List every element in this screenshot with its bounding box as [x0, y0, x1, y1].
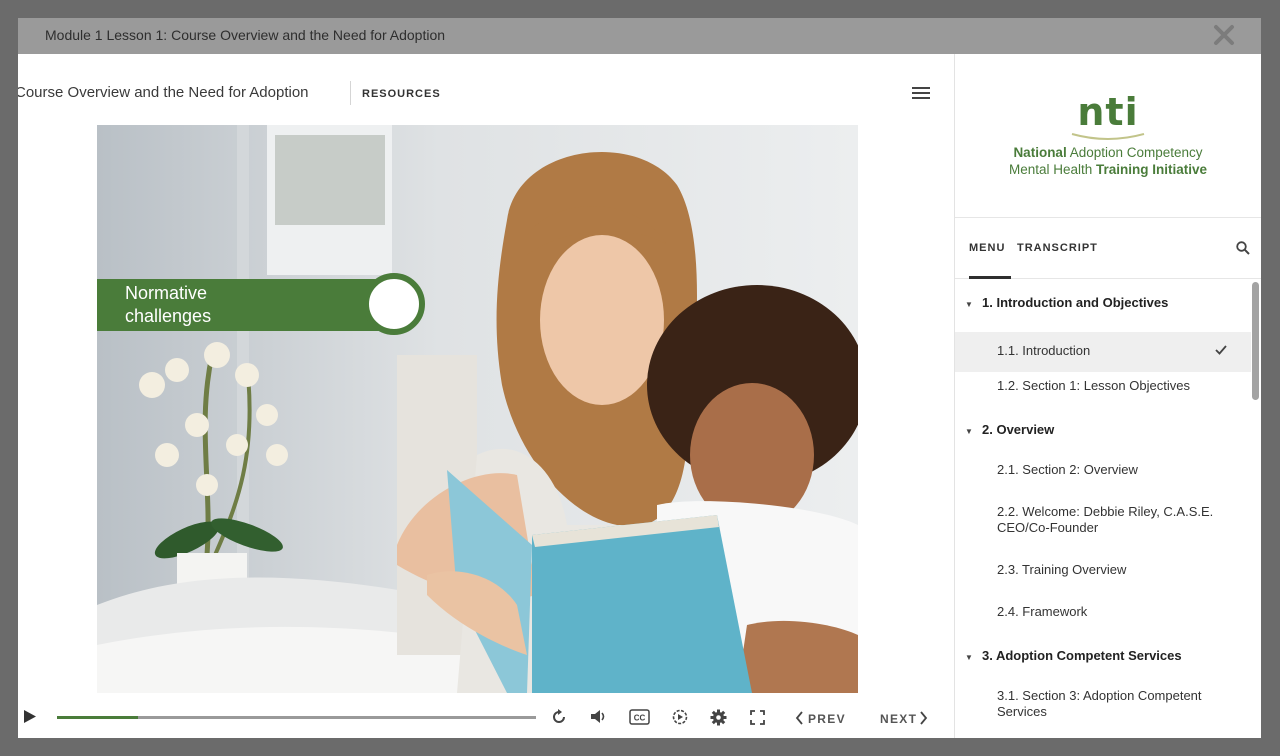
menu-item-label: 2.2. Welcome: Debbie Riley, C.A.S.E. CEO… [997, 504, 1214, 535]
volume-icon[interactable] [590, 709, 608, 724]
slide-area: Normative challenges [97, 125, 858, 693]
search-icon[interactable] [1236, 241, 1250, 255]
replay-icon[interactable] [551, 709, 567, 725]
menu-item-label: 3. Adoption Competent Services [982, 648, 1182, 663]
lesson-window: Module 1 Lesson 1: Course Overview and t… [18, 18, 1261, 738]
checkmark-icon [1215, 345, 1227, 355]
slide-banner: Normative challenges [97, 279, 397, 331]
chevron-right-icon [920, 711, 928, 725]
tab-menu[interactable]: MENU [969, 242, 1005, 254]
logo-line-2-rest: Mental Health [1008, 162, 1093, 177]
menu-section[interactable]: ▼ 3. Adoption Competent Services [955, 648, 1251, 674]
playback-controls: CC PREV NEXT [18, 702, 954, 732]
banner-text: Normative challenges [125, 283, 212, 326]
banner-circle-marker [363, 273, 425, 335]
prev-button[interactable]: PREV [794, 702, 866, 732]
closed-captions-icon[interactable]: CC [629, 709, 650, 725]
logo-swoosh [1071, 133, 1145, 140]
fullscreen-icon[interactable] [750, 710, 765, 725]
menu-item-label: 2.1. Section 2: Overview [997, 462, 1138, 477]
menu-item[interactable]: 2.2. Welcome: Debbie Riley, C.A.S.E. CEO… [955, 504, 1251, 540]
player-panel: Course Overview and the Need for Adoptio… [18, 54, 954, 738]
caret-down-icon: ▼ [965, 300, 973, 309]
resources-button[interactable]: RESOURCES [362, 88, 441, 100]
logo-line-1: National Adoption Competency [985, 145, 1231, 160]
topbar-divider [350, 81, 351, 105]
playback-speed-icon[interactable] [672, 709, 688, 725]
menu-item[interactable]: 1.1. Introduction [955, 332, 1251, 372]
active-tab-indicator [969, 276, 1011, 279]
menu-item-label: 2. Overview [982, 422, 1055, 437]
caret-down-icon: ▼ [965, 427, 973, 436]
menu-item[interactable]: 2.3. Training Overview [955, 562, 1251, 592]
menu-item[interactable]: 1.2. Section 1: Lesson Objectives [955, 378, 1251, 408]
lesson-title: Course Overview and the Need for Adoptio… [18, 84, 309, 101]
next-label: NEXT [880, 712, 918, 726]
progress-fill [57, 716, 139, 719]
menu-item-label: 1. Introduction and Objectives [982, 295, 1169, 310]
slide-photo [97, 125, 858, 693]
prev-label: PREV [808, 712, 846, 726]
close-icon[interactable] [1213, 24, 1235, 46]
logo-line-1-bold: National [1013, 145, 1067, 160]
hamburger-menu-icon[interactable] [912, 87, 930, 99]
chevron-left-icon [795, 711, 803, 725]
menu-item[interactable]: 2.1. Section 2: Overview [955, 462, 1251, 492]
menu-item[interactable]: 3.1. Section 3: Adoption Competent Servi… [955, 688, 1251, 724]
logo-brand: nti [1077, 90, 1139, 134]
svg-text:CC: CC [634, 714, 646, 723]
menu-item[interactable]: 2.4. Framework [955, 604, 1251, 634]
settings-gear-icon[interactable] [710, 709, 727, 726]
progress-bar[interactable] [57, 716, 536, 719]
menu-item-label: 2.4. Framework [997, 604, 1088, 619]
lesson-menu: ▼ 1. Introduction and Objectives 1.1. Intr… [955, 280, 1251, 738]
menu-item-label: 3.1. Section 3: Adoption Competent Servi… [997, 688, 1202, 719]
next-button[interactable]: NEXT [880, 702, 940, 732]
menu-item-label: 1.2. Section 1: Lesson Objectives [997, 378, 1190, 393]
logo-line-2-bold: Training Initiative [1096, 162, 1208, 177]
nti-logo: nti National Adoption Competency Mental … [985, 56, 1231, 214]
menu-section[interactable]: ▼ 1. Introduction and Objectives [955, 295, 1251, 321]
sidebar-tabs: MENU TRANSCRIPT [955, 217, 1261, 279]
window-title: Module 1 Lesson 1: Course Overview and t… [45, 27, 446, 43]
sidebar: nti National Adoption Competency Mental … [954, 54, 1261, 738]
tab-transcript[interactable]: TRANSCRIPT [1017, 242, 1098, 254]
menu-item-label: 1.1. Introduction [997, 343, 1091, 358]
logo-line-2: Mental Health Training Initiative [985, 162, 1231, 177]
menu-item-label: 2.3. Training Overview [997, 562, 1127, 577]
title-bar: Module 1 Lesson 1: Course Overview and t… [18, 18, 1261, 54]
play-icon[interactable] [23, 709, 37, 724]
logo-line-1-rest: Adoption Competency [1069, 145, 1203, 160]
menu-scrollbar[interactable] [1252, 282, 1259, 400]
menu-section[interactable]: ▼ 2. Overview [955, 422, 1251, 448]
caret-down-icon: ▼ [965, 653, 973, 662]
